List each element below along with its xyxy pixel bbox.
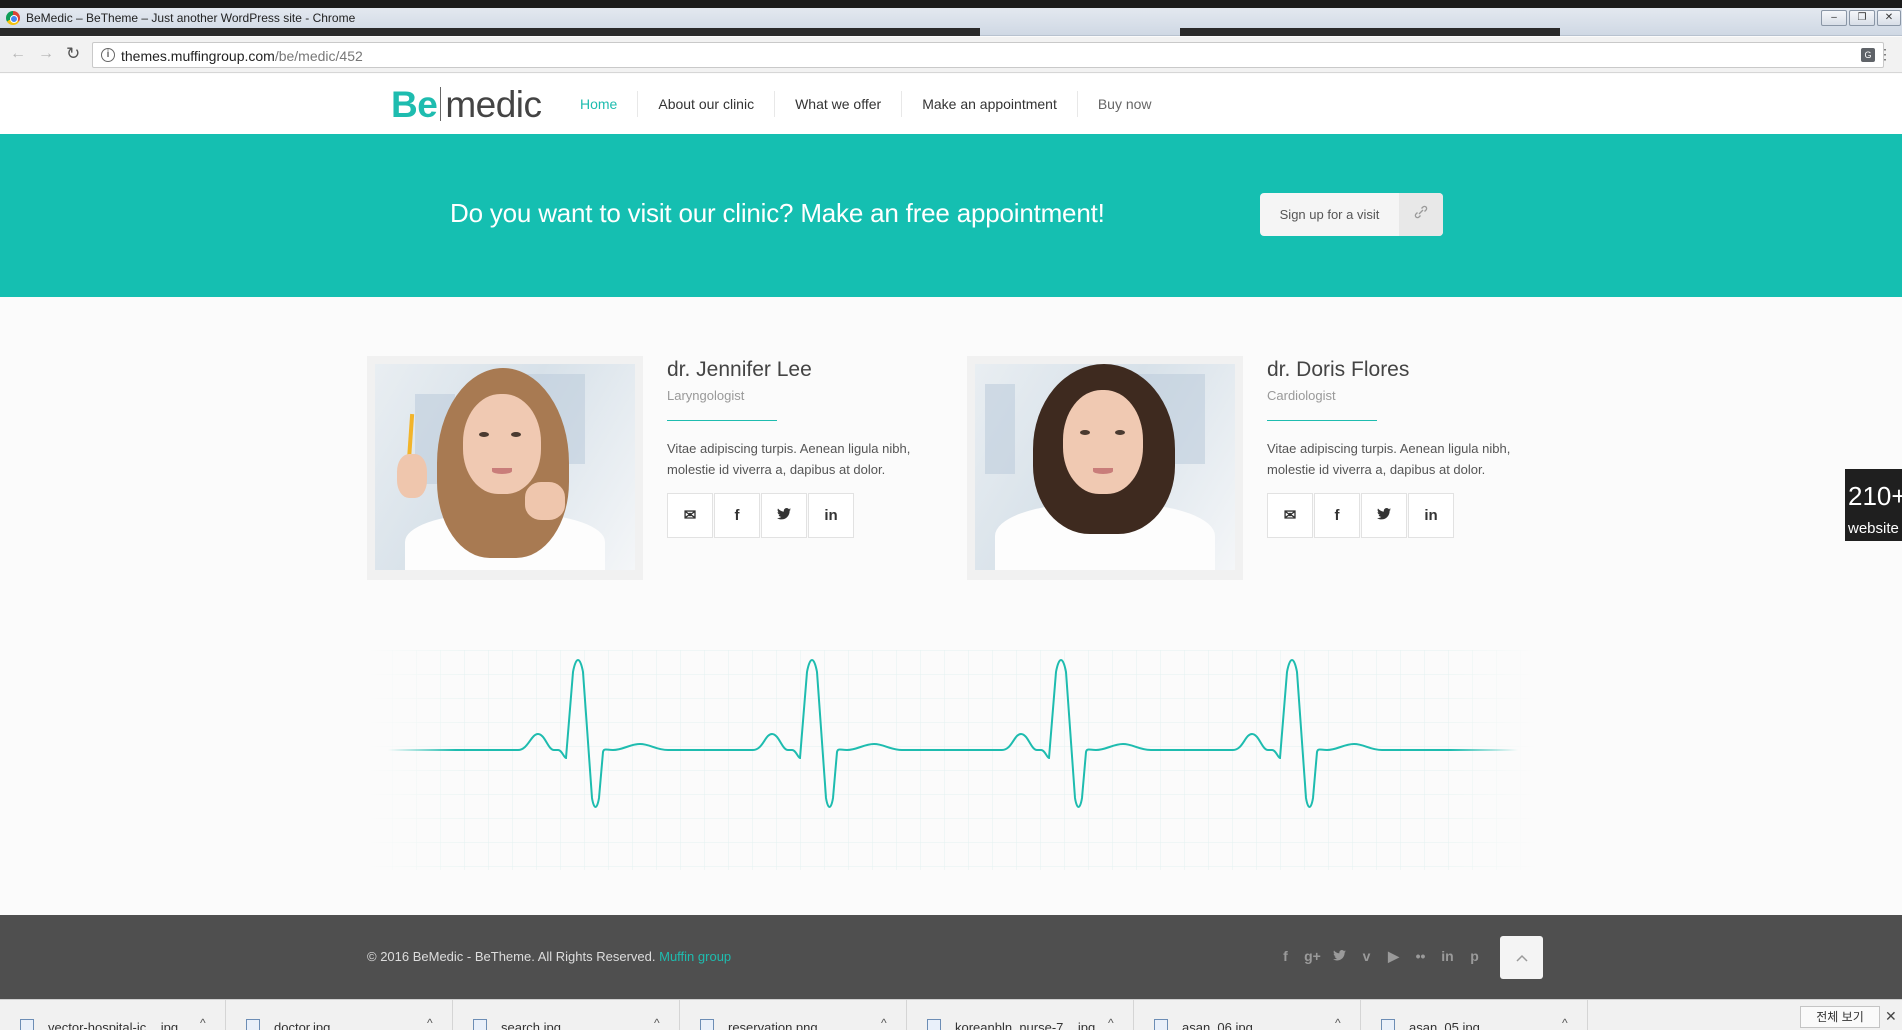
chevron-up-icon[interactable]: ^ <box>654 1016 660 1030</box>
download-item[interactable]: reservation.png ^ <box>680 1000 907 1030</box>
site-header: Be medic Home About our clinic What we of… <box>0 74 1902 134</box>
close-icon[interactable]: ✕ <box>1885 1008 1897 1025</box>
site-footer: © 2016 BeMedic - BeTheme. All Rights Res… <box>0 915 1902 999</box>
chevron-up-icon[interactable]: ^ <box>200 1016 206 1030</box>
doctor-social-links: ✉ f in <box>667 493 855 538</box>
doctor-photo <box>375 364 635 570</box>
download-item[interactable]: search.jpg ^ <box>453 1000 680 1030</box>
browser-window: BeMedic – BeTheme – Just another WordPre… <box>0 0 1902 1030</box>
image-file-icon <box>473 1019 487 1030</box>
doctor-description: Vitae adipiscing turpis. Aenean ligula n… <box>1267 441 1511 477</box>
footer-social-links: f g+ v ▶ •• in p <box>1272 945 1488 967</box>
facebook-icon[interactable]: f <box>1314 493 1360 538</box>
site-logo[interactable]: Be medic <box>391 84 542 126</box>
window-titlebar: BeMedic – BeTheme – Just another WordPre… <box>0 0 1902 36</box>
doctor-role: Cardiologist <box>1267 388 1336 403</box>
heartbeat-illustration <box>368 650 1538 870</box>
main-menu: Home About our clinic What we offer Make… <box>560 91 1172 117</box>
banner-text: Do you want to visit our clinic? Make an… <box>450 198 1105 228</box>
doctor-social-links: ✉ f in <box>1267 493 1455 538</box>
image-file-icon <box>1154 1019 1168 1030</box>
window-title: BeMedic – BeTheme – Just another WordPre… <box>26 11 356 25</box>
chevron-up-icon[interactable]: ^ <box>427 1016 433 1030</box>
chevron-up-icon[interactable]: ^ <box>1108 1016 1114 1030</box>
reload-icon[interactable]: ↻ <box>66 44 80 64</box>
image-file-icon <box>20 1019 34 1030</box>
chevron-up-icon[interactable]: ^ <box>881 1016 887 1030</box>
twitter-icon[interactable] <box>1361 493 1407 538</box>
doctor-name: dr. Jennifer Lee <box>667 358 812 381</box>
back-to-top-button[interactable] <box>1500 936 1543 979</box>
browser-menu-icon[interactable]: ⋮ <box>1878 46 1892 63</box>
chevron-up-icon[interactable]: ^ <box>1335 1016 1341 1030</box>
image-file-icon <box>927 1019 941 1030</box>
image-file-icon <box>700 1019 714 1030</box>
back-arrow-icon[interactable]: ← <box>10 45 26 63</box>
vimeo-icon[interactable]: v <box>1353 945 1380 967</box>
downloads-bar: vector-hospital-ic....jpg ^ doctor.jpg ^… <box>0 999 1902 1030</box>
mail-icon[interactable]: ✉ <box>1267 493 1313 538</box>
image-file-icon <box>1381 1019 1395 1030</box>
doctor-card: dr. Jennifer Lee Laryngologist Vitae adi… <box>367 356 927 580</box>
chevron-up-icon[interactable]: ^ <box>1562 1016 1568 1030</box>
linkedin-icon[interactable]: in <box>1408 493 1454 538</box>
minimize-button[interactable]: – <box>1821 10 1847 26</box>
google-plus-icon[interactable]: g+ <box>1299 945 1326 967</box>
linkedin-icon[interactable]: in <box>808 493 854 538</box>
download-item[interactable]: vector-hospital-ic....jpg ^ <box>0 1000 226 1030</box>
flickr-icon[interactable]: •• <box>1407 945 1434 967</box>
browser-toolbar: ← → ↻ i themes.muffingroup.com/be/medic/… <box>0 37 1902 73</box>
restore-button[interactable]: ❐ <box>1849 10 1875 26</box>
facebook-icon[interactable]: f <box>714 493 760 538</box>
facebook-icon[interactable]: f <box>1272 945 1299 967</box>
menu-item-buy[interactable]: Buy now <box>1078 91 1172 117</box>
muffin-group-link[interactable]: Muffin group <box>659 949 731 964</box>
youtube-icon[interactable]: ▶ <box>1380 945 1407 967</box>
address-bar[interactable]: i themes.muffingroup.com/be/medic/452 G <box>92 42 1884 68</box>
doctor-card: dr. Doris Flores Cardiologist Vitae adip… <box>967 356 1527 580</box>
download-item[interactable]: asan_06.jpg ^ <box>1134 1000 1361 1030</box>
download-item[interactable]: doctor.jpg ^ <box>226 1000 453 1030</box>
show-all-downloads-button[interactable]: 전체 보기 <box>1800 1006 1880 1028</box>
image-file-icon <box>246 1019 260 1030</box>
menu-item-offer[interactable]: What we offer <box>775 91 903 117</box>
close-window-button[interactable]: ✕ <box>1877 10 1901 26</box>
twitter-icon[interactable] <box>1326 945 1353 967</box>
site-info-icon[interactable]: i <box>101 48 115 62</box>
mail-icon[interactable]: ✉ <box>667 493 713 538</box>
link-icon <box>1399 193 1443 236</box>
download-item[interactable]: koreanbln_nurse-7....jpg ^ <box>907 1000 1134 1030</box>
sign-up-visit-button[interactable]: Sign up for a visit <box>1260 193 1443 236</box>
forward-arrow-icon[interactable]: → <box>38 45 54 63</box>
themes-count-badge[interactable]: 210+ website <box>1845 469 1902 541</box>
appointment-banner: Do you want to visit our clinic? Make an… <box>0 134 1902 297</box>
translate-icon[interactable]: G <box>1861 48 1875 62</box>
linkedin-icon[interactable]: in <box>1434 945 1461 967</box>
doctor-description: Vitae adipiscing turpis. Aenean ligula n… <box>667 441 911 477</box>
menu-item-appointment[interactable]: Make an appointment <box>902 91 1078 117</box>
address-url[interactable]: themes.muffingroup.com/be/medic/452 <box>121 48 363 64</box>
twitter-icon[interactable] <box>761 493 807 538</box>
download-item[interactable]: asan_05.jpg ^ <box>1361 1000 1588 1030</box>
menu-item-about[interactable]: About our clinic <box>638 91 776 117</box>
doctor-photo <box>975 364 1235 570</box>
copyright-text: © 2016 BeMedic - BeTheme. All Rights Res… <box>367 949 732 964</box>
divider <box>667 420 777 421</box>
chrome-logo-icon <box>6 11 20 25</box>
pinterest-icon[interactable]: p <box>1461 945 1488 967</box>
doctor-name: dr. Doris Flores <box>1267 358 1410 381</box>
doctor-role: Laryngologist <box>667 388 745 403</box>
menu-item-home[interactable]: Home <box>560 91 639 117</box>
divider <box>1267 420 1377 421</box>
